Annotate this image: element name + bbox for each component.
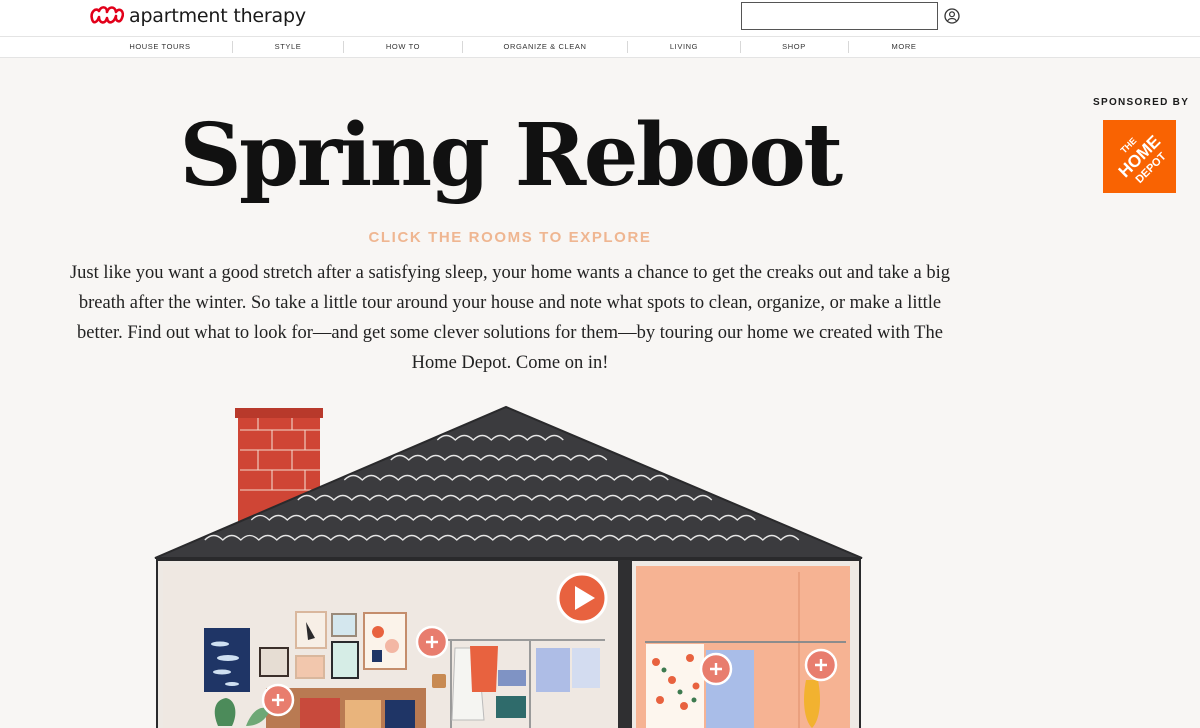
nav-divider [343, 41, 344, 53]
nav-organize-clean[interactable]: ORGANIZE & CLEAN [504, 37, 587, 57]
site-logo[interactable]: apartment therapy [88, 3, 306, 29]
nav-divider [462, 41, 463, 53]
nav-divider [627, 41, 628, 53]
nav-how-to[interactable]: HOW TO [386, 37, 420, 57]
hotspot-bedroom-bed[interactable] [261, 683, 295, 717]
video-play-button[interactable] [556, 572, 608, 624]
hotspot-bathroom-towel[interactable] [804, 648, 838, 682]
nav-divider [232, 41, 233, 53]
nav-divider [848, 41, 849, 53]
main-nav: HOUSE TOURS STYLE HOW TO ORGANIZE & CLEA… [0, 36, 1200, 58]
interior-wall [618, 560, 632, 728]
nav-style[interactable]: STYLE [275, 37, 302, 57]
logo-mark-icon [90, 6, 125, 24]
nav-divider [740, 41, 741, 53]
nav-shop[interactable]: SHOP [782, 37, 806, 57]
brand-name: apartment therapy [129, 5, 306, 27]
hotspot-bedroom-closet[interactable] [415, 625, 449, 659]
nav-living[interactable]: LIVING [670, 37, 698, 57]
nav-more[interactable]: MORE [892, 37, 917, 57]
top-header: apartment therapy [0, 0, 1200, 36]
nav-house-tours[interactable]: HOUSE TOURS [129, 37, 190, 57]
sponsored-by-label: SPONSORED BY [1093, 97, 1190, 108]
search-input[interactable] [741, 2, 938, 30]
cta-heading: CLICK THE ROOMS TO EXPLORE [368, 229, 652, 246]
house-illustration [154, 405, 863, 728]
page-title: Spring Reboot [179, 105, 843, 206]
intro-paragraph: Just like you want a good stretch after … [69, 263, 950, 373]
home-depot-logo[interactable]: THE HOME DEPOT [1103, 120, 1176, 193]
user-account-icon[interactable] [944, 8, 960, 24]
hotspot-bathroom-shower[interactable] [699, 652, 733, 686]
